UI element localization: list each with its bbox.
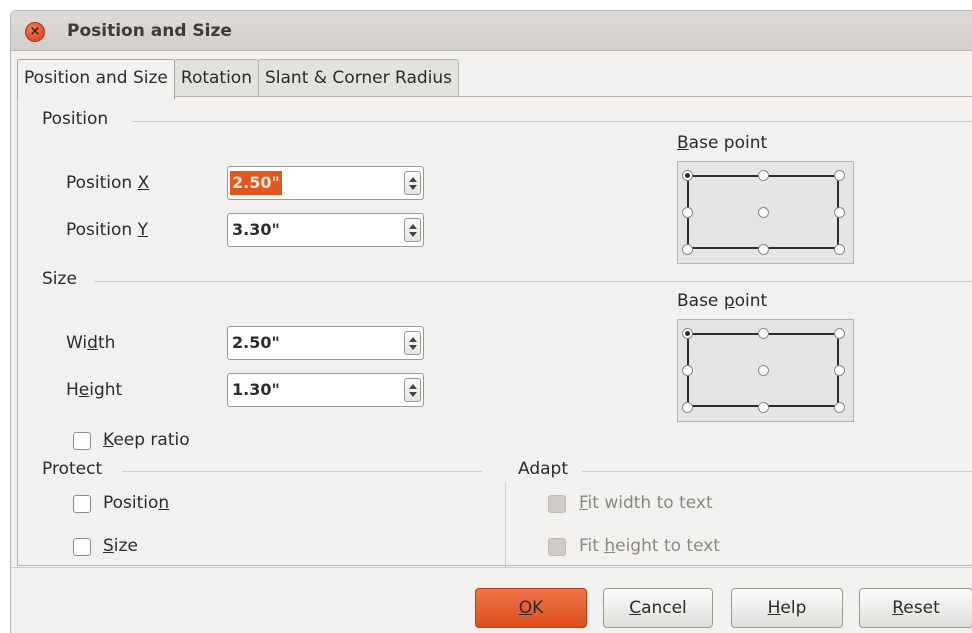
protect-adapt-separator	[505, 483, 506, 567]
window-title: Position and Size	[67, 21, 232, 41]
close-icon: ×	[29, 24, 41, 39]
position-x-value[interactable]: 2.50"	[230, 171, 282, 195]
base-point-bottom-right[interactable]	[834, 244, 845, 255]
tab-position-and-size[interactable]: Position and Size	[17, 59, 175, 99]
width-spin-button[interactable]	[404, 331, 421, 355]
fit-width-checkbox[interactable]	[548, 495, 566, 513]
height-value[interactable]: 1.30"	[230, 378, 282, 402]
width-label: Width	[66, 333, 116, 353]
base-point-top-right[interactable]	[834, 170, 845, 181]
reset-button[interactable]: Reset	[859, 588, 972, 628]
keep-ratio-checkbox[interactable]	[73, 432, 91, 450]
protect-size-label[interactable]: Size	[103, 536, 138, 556]
height-field[interactable]: 1.30"	[227, 373, 424, 407]
keep-ratio-label[interactable]: Keep ratio	[103, 430, 190, 450]
base-point-center[interactable]	[758, 365, 769, 376]
base-point-middle-right[interactable]	[834, 365, 845, 376]
base-point-top-right[interactable]	[834, 328, 845, 339]
button-bar-divider	[11, 567, 972, 568]
base-point-middle-left[interactable]	[682, 365, 693, 376]
fit-height-label: Fit height to text	[579, 536, 720, 556]
tab-page: Position Position X 2.50" Position Y 3.3…	[17, 96, 972, 567]
title-bar: × Position and Size	[11, 11, 972, 51]
position-heading: Position	[42, 109, 109, 129]
fit-width-label: Fit width to text	[579, 493, 713, 513]
adapt-divider	[582, 471, 972, 472]
base-point-top-center[interactable]	[758, 328, 769, 339]
width-value[interactable]: 2.50"	[230, 331, 282, 355]
cancel-button[interactable]: Cancel	[603, 588, 713, 628]
protect-position-checkbox[interactable]	[73, 495, 91, 513]
adapt-heading: Adapt	[518, 459, 568, 479]
base-point-center[interactable]	[758, 207, 769, 218]
position-y-field[interactable]: 3.30"	[227, 213, 424, 247]
base-point-middle-right[interactable]	[834, 207, 845, 218]
tab-slant-corner-radius[interactable]: Slant & Corner Radius	[258, 59, 460, 97]
tab-bar: Position and Size Rotation Slant & Corne…	[17, 59, 460, 99]
protect-position-label[interactable]: Position	[103, 493, 169, 513]
position-y-value[interactable]: 3.30"	[230, 218, 282, 242]
size-base-point-selector[interactable]	[677, 319, 854, 422]
position-base-point-label: Base point	[677, 133, 768, 153]
position-x-label: Position X	[66, 173, 150, 193]
position-and-size-dialog: × Position and Size Position and Size Ro…	[10, 10, 972, 633]
protect-divider	[122, 471, 482, 472]
position-y-spin-button[interactable]	[404, 218, 421, 242]
size-heading: Size	[42, 269, 77, 289]
protect-heading: Protect	[42, 459, 103, 479]
base-point-bottom-center[interactable]	[758, 402, 769, 413]
size-divider	[94, 281, 972, 282]
base-point-top-center[interactable]	[758, 170, 769, 181]
base-point-top-left[interactable]	[682, 170, 693, 181]
position-x-spin-button[interactable]	[404, 171, 421, 195]
position-y-label: Position Y	[66, 220, 148, 240]
base-point-bottom-left[interactable]	[682, 244, 693, 255]
position-base-point-selector[interactable]	[677, 161, 854, 264]
size-base-point-label: Base point	[677, 291, 768, 311]
help-button[interactable]: Help	[731, 588, 843, 628]
base-point-bottom-left[interactable]	[682, 402, 693, 413]
fit-height-checkbox[interactable]	[548, 538, 566, 556]
height-spin-button[interactable]	[404, 378, 421, 402]
tab-rotation[interactable]: Rotation	[173, 59, 259, 97]
base-point-middle-left[interactable]	[682, 207, 693, 218]
ok-button[interactable]: OK	[475, 588, 587, 628]
close-button[interactable]: ×	[25, 22, 45, 42]
base-point-top-left[interactable]	[682, 328, 693, 339]
base-point-bottom-center[interactable]	[758, 244, 769, 255]
protect-size-checkbox[interactable]	[73, 538, 91, 556]
position-divider	[132, 121, 972, 122]
position-x-field[interactable]: 2.50"	[227, 166, 424, 200]
height-label: Height	[66, 380, 123, 400]
base-point-bottom-right[interactable]	[834, 402, 845, 413]
width-field[interactable]: 2.50"	[227, 326, 424, 360]
